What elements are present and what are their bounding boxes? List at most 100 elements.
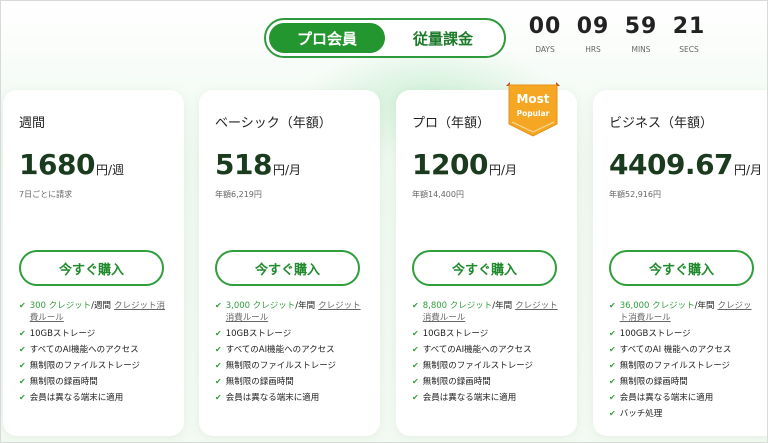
feature-item: ✔ 無制限のファイルストレージ (215, 360, 365, 372)
credit-period: /年間 (492, 301, 513, 311)
check-icon: ✔ (215, 361, 222, 370)
feature-item: ✔ 無制限の録画時間 (19, 376, 169, 388)
check-icon: ✔ (412, 361, 419, 370)
countdown-minutes-value: 59 (624, 14, 658, 39)
plan-name: プロ（年額） (412, 116, 491, 131)
price-amount: 1200 (412, 148, 488, 181)
countdown-hours-label: HRS (585, 45, 601, 54)
feature-text: 無制限のファイルストレージ (619, 361, 731, 371)
check-icon: ✔ (609, 361, 616, 370)
billing-note: 年額52,916円 (609, 190, 661, 199)
plan-card-weekly: 週間 1680円/週 7日ごとに請求 今すぐ購入 ✔ 300 クレジット/週間 クレ… (3, 90, 184, 436)
feature-text: バッチ処理 (619, 409, 663, 419)
feature-item: ✔ 会員は異なる端末に適用 (412, 392, 562, 404)
check-icon: ✔ (412, 329, 419, 338)
feature-item-credits: ✔ 36,000 クレジット/年間 クレジット消費ルール (609, 300, 759, 324)
check-icon: ✔ (215, 329, 222, 338)
feature-item: ✔ すべてのAI機能へのアクセス (412, 344, 562, 356)
buy-now-button[interactable]: 今すぐ購入 (19, 250, 164, 286)
badge-line2: Popular (516, 109, 550, 118)
feature-item: ✔ すべてのAI機能へのアクセス (19, 344, 169, 356)
countdown-hours-value: 09 (576, 14, 610, 39)
toggle-pro-membership[interactable]: プロ会員 (269, 23, 385, 53)
check-icon: ✔ (215, 345, 222, 354)
feature-item: ✔ 無制限のファイルストレージ (412, 360, 562, 372)
feature-item: ✔ 会員は異なる端末に適用 (19, 392, 169, 404)
plan-price: 4409.67円/月 (609, 148, 762, 181)
feature-text: 10GBストレージ (225, 329, 292, 339)
feature-text: 10GBストレージ (422, 329, 489, 339)
buy-now-button[interactable]: 今すぐ購入 (609, 250, 754, 286)
credit-period: /週間 (91, 301, 112, 311)
price-unit: 円/月 (488, 163, 517, 177)
feature-item-credits: ✔ 3,000 クレジット/年間 クレジット消費ルール (215, 300, 365, 324)
plan-card-basic: ベーシック（年額） 518円/月 年額6,219円 今すぐ購入 ✔ 3,000 ク… (199, 90, 380, 436)
feature-text: 無制限の録画時間 (619, 377, 688, 387)
price-unit: 円/月 (734, 163, 763, 177)
feature-item: ✔ 無制限の録画時間 (412, 376, 562, 388)
countdown-seconds-label: SECS (679, 45, 699, 54)
toggle-pay-as-you-go[interactable]: 従量課金 (385, 23, 501, 53)
credit-period: /年間 (295, 301, 316, 311)
feature-text: 会員は異なる端末に適用 (29, 393, 124, 403)
feature-text: 無制限の録画時間 (29, 377, 98, 387)
feature-item: ✔ 無制限のファイルストレージ (19, 360, 169, 372)
check-icon: ✔ (19, 361, 26, 370)
feature-item: ✔ 無制限の録画時間 (215, 376, 365, 388)
feature-list: ✔ 3,000 クレジット/年間 クレジット消費ルール ✔ 10GBストレージ ✔ すべ… (215, 300, 365, 408)
check-icon: ✔ (19, 345, 26, 354)
countdown-timer: 00 DAYS 09 HRS 59 MINS 21 SECS (525, 13, 709, 54)
check-icon: ✔ (609, 377, 616, 386)
countdown-seconds: 21 SECS (669, 13, 709, 54)
feature-text: すべてのAI 機能へのアクセス (619, 345, 732, 355)
credit-amount: 8,800 クレジット (422, 301, 493, 311)
plan-card-business: ビジネス（年額） 4409.67円/月 年額52,916円 今すぐ購入 ✔ 36,… (593, 90, 767, 436)
feature-text: 無制限のファイルストレージ (225, 361, 337, 371)
check-icon: ✔ (412, 301, 419, 310)
feature-item: ✔ 10GBストレージ (215, 328, 365, 340)
feature-text: 会員は異なる端末に適用 (225, 393, 320, 403)
check-icon: ✔ (215, 393, 222, 402)
credit-period: /年間 (694, 301, 715, 311)
feature-text: 無制限のファイルストレージ (422, 361, 534, 371)
feature-item: ✔ すべてのAI機能へのアクセス (215, 344, 365, 356)
check-icon: ✔ (412, 345, 419, 354)
feature-item-credits: ✔ 300 クレジット/週間 クレジット消費ルール (19, 300, 169, 324)
feature-item-credits: ✔ 8,800 クレジット/年間 クレジット消費ルール (412, 300, 562, 324)
check-icon: ✔ (609, 329, 616, 338)
plan-price: 1680円/週 (19, 148, 124, 181)
feature-text: 会員は異なる端末に適用 (619, 393, 714, 403)
plan-price: 518円/月 (215, 148, 301, 181)
credit-amount: 36,000 クレジット (619, 301, 695, 311)
price-amount: 518 (215, 148, 272, 181)
feature-item: ✔ 会員は異なる端末に適用 (609, 392, 759, 404)
countdown-days: 00 DAYS (525, 13, 565, 54)
feature-text: 100GBストレージ (619, 329, 691, 339)
feature-list: ✔ 36,000 クレジット/年間 クレジット消費ルール ✔ 100GBストレージ ✔… (609, 300, 759, 424)
countdown-days-value: 00 (528, 14, 562, 39)
feature-item: ✔ 会員は異なる端末に適用 (215, 392, 365, 404)
feature-item: ✔ 100GBストレージ (609, 328, 759, 340)
feature-text: 無制限の録画時間 (422, 377, 491, 387)
check-icon: ✔ (412, 377, 419, 386)
check-icon: ✔ (609, 345, 616, 354)
buy-now-button[interactable]: 今すぐ購入 (215, 250, 360, 286)
feature-list: ✔ 300 クレジット/週間 クレジット消費ルール ✔ 10GBストレージ ✔ すべての… (19, 300, 169, 408)
badge-line1: Most (516, 92, 550, 106)
credit-amount: 3,000 クレジット (225, 301, 296, 311)
feature-text: 10GBストレージ (29, 329, 96, 339)
countdown-seconds-value: 21 (672, 14, 706, 39)
plan-price: 1200円/月 (412, 148, 517, 181)
price-amount: 4409.67 (609, 148, 734, 181)
billing-note: 年額6,219円 (215, 190, 262, 199)
countdown-days-label: DAYS (535, 45, 555, 54)
countdown-minutes: 59 MINS (621, 13, 661, 54)
plan-name: ベーシック（年額） (215, 116, 332, 131)
check-icon: ✔ (609, 393, 616, 402)
price-unit: 円/週 (95, 163, 124, 177)
buy-now-button[interactable]: 今すぐ購入 (412, 250, 557, 286)
feature-item: ✔ すべてのAI 機能へのアクセス (609, 344, 759, 356)
plan-name: 週間 (19, 116, 46, 131)
feature-text: すべてのAI機能へのアクセス (225, 345, 335, 355)
check-icon: ✔ (215, 377, 222, 386)
